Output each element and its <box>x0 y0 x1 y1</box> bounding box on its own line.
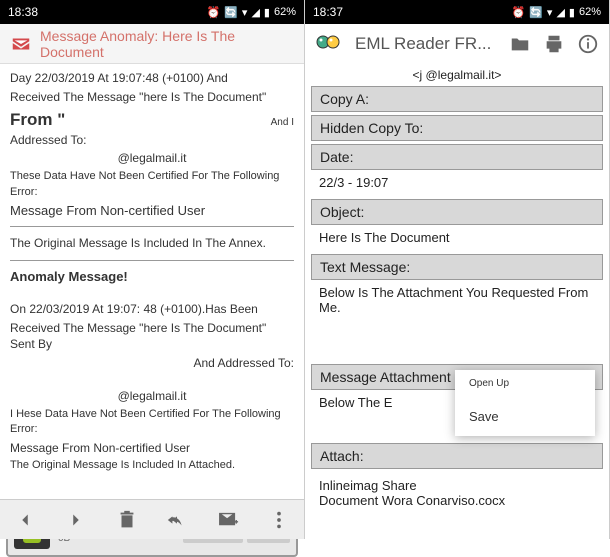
battery-pct: 62% <box>274 6 296 18</box>
signal-icon: ◢ <box>251 6 259 19</box>
noncert-msg-2: Message From Non-certified User <box>10 440 294 457</box>
eml-content: <j @legalmail.it> Copy A: Hidden Copy To… <box>305 64 609 539</box>
app-icon <box>10 33 32 55</box>
noncert-msg: Message From Non-certified User <box>10 203 294 218</box>
addressed-to-2: And Addressed To: <box>10 355 294 372</box>
app-icon <box>315 34 343 54</box>
message-body: Day 22/03/2019 At 19:07:48 (+0100) And R… <box>0 64 304 499</box>
document-name[interactable]: Document Wora Conarviso.cocx <box>319 493 595 508</box>
received-msg: Received The Message "here Is The Docume… <box>10 320 294 354</box>
from-email: <j @legalmail.it> <box>311 68 603 82</box>
app-bar: EML Reader FR... <box>305 24 609 64</box>
menu-open[interactable]: Open Up <box>455 370 595 397</box>
and-label: And I <box>271 117 294 128</box>
on-date: On 22/03/2019 At 19:07: 48 (+0100).Has B… <box>10 301 294 318</box>
sync-icon: 🔄 <box>224 6 238 19</box>
object-value: Here Is The Document <box>311 228 603 251</box>
date-header: Date: <box>311 144 603 170</box>
status-bar: 18:38 ⏰ 🔄 ▾ ◢ ▮ 62% <box>0 0 304 24</box>
alarm-icon: ⏰ <box>512 6 526 19</box>
wifi-icon: ▾ <box>547 6 553 19</box>
screen-emlreader: 18:37 ⏰ 🔄 ▾ ◢ ▮ 62% EML Reader FR... <j … <box>305 0 610 539</box>
error-text-2: I Hese Data Have Not Been Certified For … <box>10 407 294 438</box>
addressed-to: Addressed To: <box>10 132 294 149</box>
text-header: Text Message: <box>311 254 603 280</box>
status-icons: ⏰ 🔄 ▾ ◢ ▮ 62% <box>207 6 297 19</box>
app-title: EML Reader FR... <box>355 34 497 54</box>
back-icon[interactable] <box>14 509 36 531</box>
divider <box>10 260 294 261</box>
alarm-icon: ⏰ <box>207 6 221 19</box>
app-title: Message Anomaly: Here Is The Document <box>40 28 294 60</box>
info-icon[interactable] <box>577 33 599 55</box>
bottom-toolbar <box>0 499 304 539</box>
text-value: Below Is The Attachment You Requested Fr… <box>311 283 603 321</box>
battery-pct: 62% <box>579 6 601 18</box>
divider <box>10 226 294 227</box>
status-bar: 18:37 ⏰ 🔄 ▾ ◢ ▮ 62% <box>305 0 609 24</box>
print-icon[interactable] <box>543 33 565 55</box>
inline-share[interactable]: Inlineimag Share <box>319 478 595 493</box>
screen-anomaly: 18:38 ⏰ 🔄 ▾ ◢ ▮ 62% Message Anomaly: Her… <box>0 0 305 539</box>
reply-all-icon[interactable] <box>166 509 188 531</box>
sync-icon: 🔄 <box>529 6 543 19</box>
line-received: Received The Message "here Is The Docume… <box>10 89 294 106</box>
folder-icon[interactable] <box>509 33 531 55</box>
status-time: 18:37 <box>313 5 512 19</box>
from-label: From " <box>10 110 65 130</box>
app-bar: Message Anomaly: Here Is The Document <box>0 24 304 64</box>
attach-header: Attach: <box>311 443 603 469</box>
object-header: Object: <box>311 199 603 225</box>
compose-icon[interactable] <box>217 509 239 531</box>
status-icons: ⏰ 🔄 ▾ ◢ ▮ 62% <box>512 6 602 19</box>
email-address: @legalmail.it <box>10 150 294 167</box>
signal-icon: ◢ <box>556 6 564 19</box>
more-icon[interactable] <box>268 509 290 531</box>
forward-icon[interactable] <box>65 509 87 531</box>
hidden-copy-header: Hidden Copy To: <box>311 115 603 141</box>
wifi-icon: ▾ <box>242 6 248 19</box>
status-time: 18:38 <box>8 5 207 19</box>
anomaly-header: Anomaly Message! <box>10 269 294 284</box>
copy-header: Copy A: <box>311 86 603 112</box>
battery-icon: ▮ <box>264 6 270 19</box>
annex-text: The Original Message Is Included In The … <box>10 235 294 252</box>
date-value: 22/3 - 19:07 <box>311 173 603 196</box>
error-text: These Data Have Not Been Certified For T… <box>10 169 294 200</box>
line-date: Day 22/03/2019 At 19:07:48 (+0100) And <box>10 70 294 87</box>
attached-text: The Original Message Is Included In Atta… <box>10 458 294 473</box>
trash-icon[interactable] <box>116 509 138 531</box>
battery-icon: ▮ <box>569 6 575 19</box>
email-address-2: @legalmail.it <box>10 388 294 405</box>
menu-save[interactable]: Save <box>455 397 595 436</box>
context-menu: Open Up Save <box>455 370 595 436</box>
